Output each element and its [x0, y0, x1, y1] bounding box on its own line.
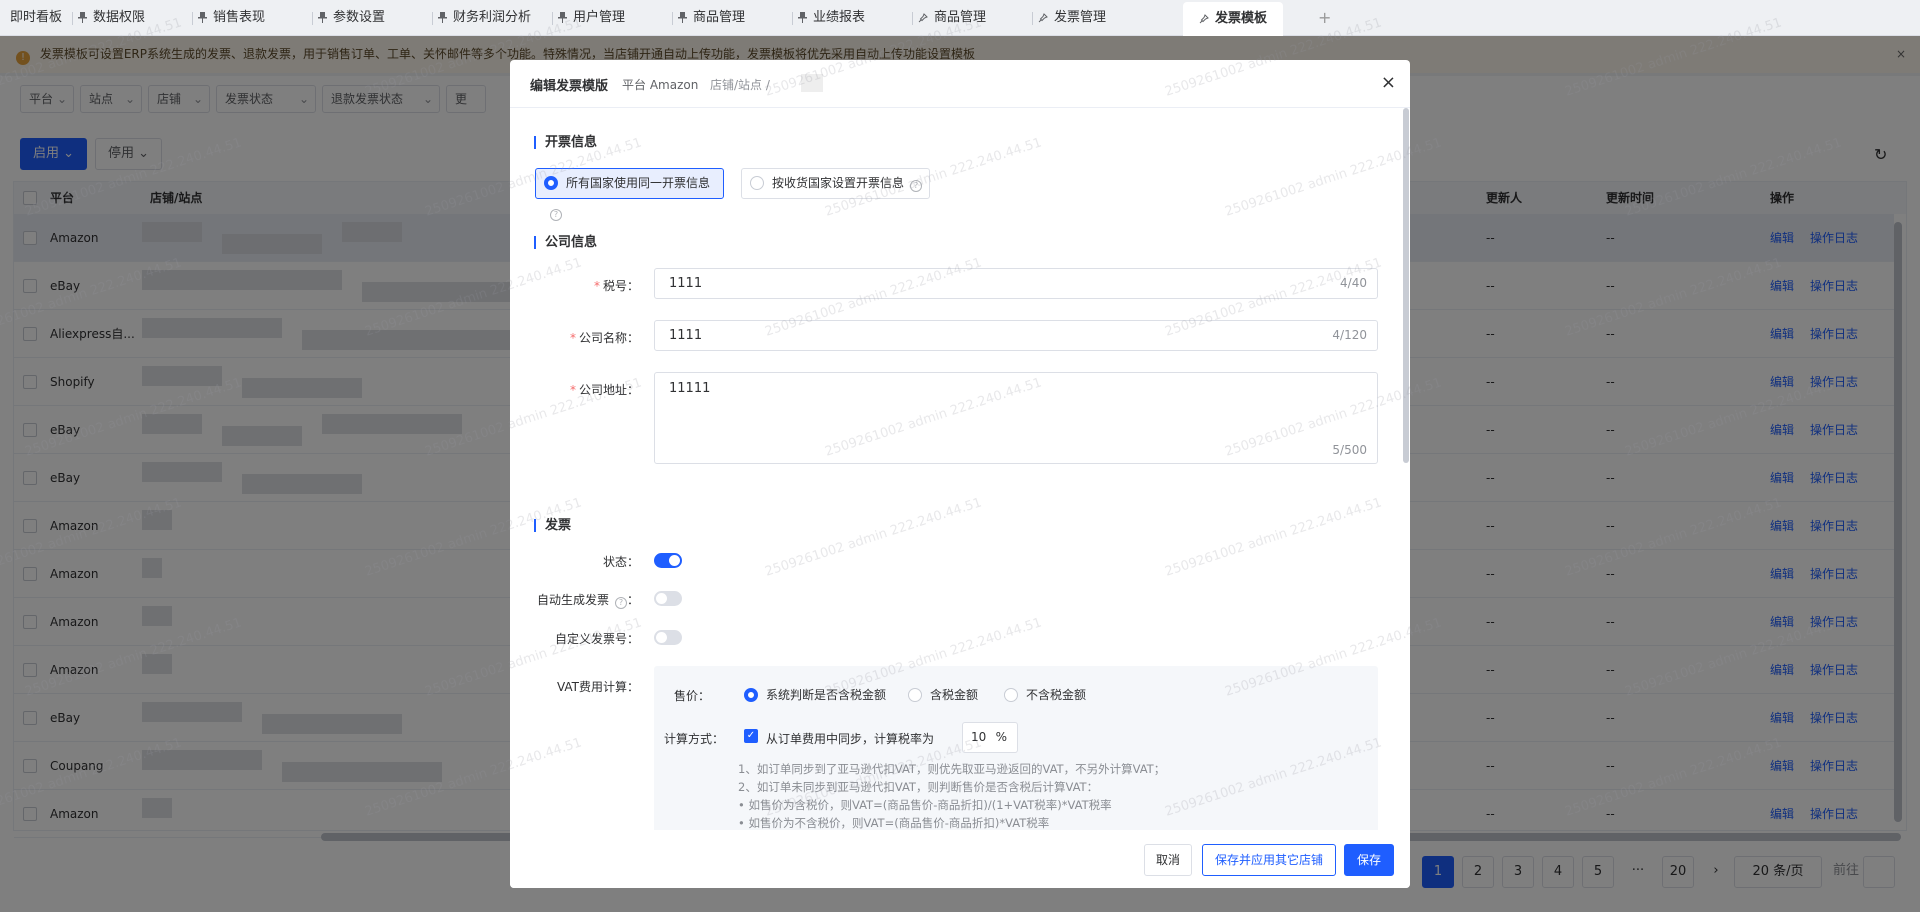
- tab-label: 财务利润分析: [453, 10, 532, 25]
- help-icon: ?: [910, 180, 923, 192]
- pin-icon[interactable]: [1199, 11, 1215, 26]
- radio-checked-icon: [544, 176, 558, 190]
- auto-generate-label: 自动生成发票?：: [536, 593, 639, 609]
- add-tab-button[interactable]: +: [1318, 0, 1331, 36]
- section-company: 公司信息: [534, 236, 597, 249]
- save-apply-button[interactable]: 保存并应用其它店铺: [1202, 844, 1336, 876]
- save-button[interactable]: 保存: [1344, 844, 1394, 876]
- tab-label: 用户管理: [573, 10, 626, 25]
- tab-7[interactable]: 业绩报表: [792, 0, 866, 36]
- radio-unchecked-icon: [750, 176, 764, 190]
- pin-icon[interactable]: [678, 10, 693, 25]
- tab-2[interactable]: 销售表现: [192, 0, 266, 36]
- tab-8[interactable]: 商品管理: [912, 0, 987, 36]
- company-address-textarea[interactable]: 11111 5/500: [654, 372, 1378, 464]
- note-line: • 如售价为含税价，则VAT=(商品售价-商品折扣)/(1+VAT税率)*VAT…: [738, 798, 1112, 812]
- tab-10[interactable]: 发票模板: [1183, 2, 1284, 36]
- price-option-auto[interactable]: 系统判断是否含税金额: [744, 686, 886, 703]
- tab-label: 参数设置: [333, 10, 386, 25]
- dialog-header: 编辑发票模版 平台 Amazon 店铺/站点 / ×: [510, 60, 1410, 108]
- char-count: 4/120: [1332, 328, 1367, 342]
- vat-label: VAT费用计算：: [556, 680, 639, 694]
- char-count: 4/40: [1340, 276, 1367, 290]
- dialog-store: 店铺/站点 /: [710, 78, 770, 92]
- pin-icon[interactable]: [918, 10, 934, 25]
- tax-label: * 税号：: [593, 279, 639, 293]
- tab-label: 商品管理: [934, 10, 987, 25]
- tab-3[interactable]: 参数设置: [312, 0, 386, 36]
- cancel-button[interactable]: 取消: [1144, 844, 1192, 876]
- section-invoice-info: 开票信息: [534, 136, 597, 149]
- pin-icon[interactable]: [558, 10, 573, 25]
- dialog-close-icon[interactable]: ×: [1381, 72, 1396, 93]
- price-label: 售价：: [674, 689, 711, 703]
- price-option-tax-incl[interactable]: 含税金额: [908, 686, 978, 703]
- pin-icon[interactable]: [438, 10, 453, 25]
- company-address-label: * 公司地址：: [569, 383, 639, 397]
- auto-generate-switch[interactable]: [654, 591, 682, 606]
- note-line: • 如售价为不含税价，则VAT=(商品售价-商品折扣)*VAT税率: [738, 816, 1050, 830]
- tab-label: 发票管理: [1054, 10, 1107, 25]
- pin-icon[interactable]: [318, 10, 333, 25]
- tab-label: 业绩报表: [813, 10, 866, 25]
- pin-icon[interactable]: [78, 10, 93, 25]
- tab-0[interactable]: 即时看板: [10, 0, 62, 36]
- help-icon: ?: [550, 209, 562, 221]
- tax-number-input[interactable]: 1111 4/40: [654, 268, 1378, 299]
- dialog-scrollbar[interactable]: [1403, 108, 1409, 463]
- radio-label: 按收货国家设置开票信息: [772, 176, 905, 190]
- tab-9[interactable]: 发票管理: [1032, 0, 1107, 36]
- edit-invoice-template-dialog: 编辑发票模版 平台 Amazon 店铺/站点 / × 开票信息 所有国家使用同一…: [510, 60, 1410, 888]
- dialog-title: 编辑发票模版: [530, 79, 609, 94]
- sync-checkbox[interactable]: ✓: [744, 729, 758, 743]
- tab-label: 销售表现: [213, 10, 266, 25]
- calc-label: 计算方式：: [664, 732, 725, 746]
- note-line: 1、如订单同步到了亚马逊代扣VAT，则优先取亚马逊返回的VAT，不另外计算VAT…: [738, 762, 1166, 776]
- status-label: 状态：: [602, 555, 639, 569]
- status-switch[interactable]: [654, 553, 682, 568]
- char-count: 5/500: [1332, 443, 1367, 457]
- tab-4[interactable]: 财务利润分析: [432, 0, 532, 36]
- dialog-platform: 平台 Amazon: [622, 78, 699, 92]
- price-option-tax-excl[interactable]: 不含税金额: [1004, 686, 1086, 703]
- tab-label: 数据权限: [93, 10, 146, 25]
- tab-6[interactable]: 商品管理: [672, 0, 746, 36]
- custom-number-switch[interactable]: [654, 630, 682, 645]
- section-invoice: 发票: [534, 519, 571, 532]
- company-name-label: * 公司名称：: [569, 331, 639, 345]
- pin-icon[interactable]: [798, 10, 813, 25]
- radio-all-countries[interactable]: 所有国家使用同一开票信息?: [535, 168, 724, 221]
- custom-number-label: 自定义发票号：: [554, 632, 639, 646]
- pin-icon[interactable]: [1038, 10, 1054, 25]
- tax-rate-input[interactable]: 10%: [962, 722, 1018, 753]
- note-line: 2、如订单未同步到亚马逊代扣VAT，则判断售价是否含税后计算VAT：: [738, 780, 1099, 794]
- radio-by-country[interactable]: 按收货国家设置开票信息?: [741, 168, 930, 199]
- sync-label: 从订单费用中同步，计算税率为: [766, 732, 935, 746]
- radio-label: 所有国家使用同一开票信息: [566, 176, 711, 190]
- store-redacted: [801, 74, 823, 92]
- tab-label: 商品管理: [693, 10, 746, 25]
- tab-label: 发票模板: [1215, 11, 1268, 26]
- tab-5[interactable]: 用户管理: [552, 0, 626, 36]
- pin-icon[interactable]: [198, 10, 213, 25]
- tab-bar: 即时看板 数据权限 销售表现 参数设置 财务利润分析 用户管理 商品管理 业绩报表 商品管理 发票…: [0, 0, 1920, 36]
- tab-1[interactable]: 数据权限: [72, 0, 146, 36]
- company-name-input[interactable]: 1111 4/120: [654, 320, 1378, 351]
- tab-label: 即时看板: [10, 10, 63, 25]
